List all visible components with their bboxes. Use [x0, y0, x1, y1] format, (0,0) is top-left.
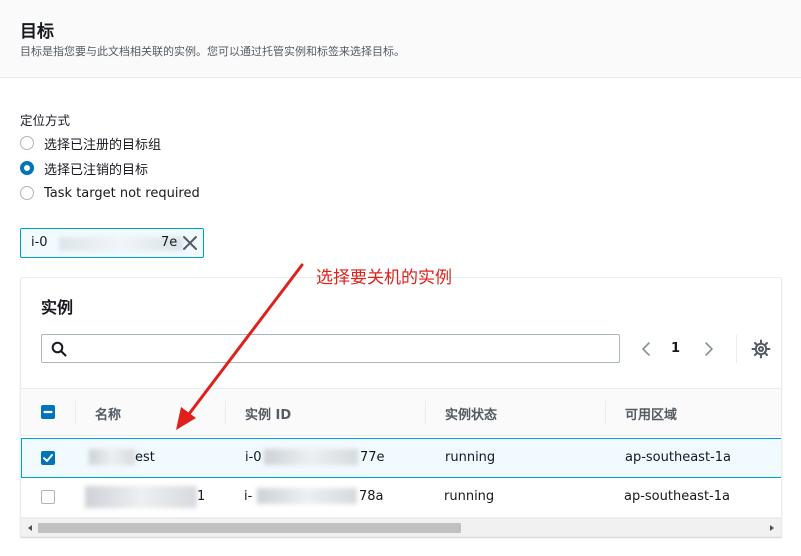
chevron-right-icon [705, 341, 713, 356]
section-description: 目标是指您要与此文档相关联的实例。您可以通过托管实例和标签来选择目标。 [20, 45, 405, 58]
instance-name: est [135, 450, 155, 465]
selected-instance-token: i-0 7e [20, 228, 204, 258]
instance-id-prefix: i- [244, 489, 253, 504]
row-checkbox[interactable] [41, 490, 55, 504]
targets-header: 目标 目标是指您要与此文档相关联的实例。您可以通过托管实例和标签来选择目标。 [0, 0, 801, 78]
radio-label: 选择已注册的目标组 [44, 137, 162, 153]
table-row-selected[interactable]: est i-0 77e running ap-southeast-1a [21, 438, 781, 478]
horizontal-scrollbar[interactable] [21, 518, 781, 536]
chevron-left-icon [642, 341, 650, 356]
radio-deregistered-target[interactable]: 选择已注销的目标 [20, 158, 148, 178]
instance-state: running [444, 489, 495, 504]
radio-button[interactable] [20, 136, 34, 150]
column-divider [75, 401, 76, 425]
scrollbar-thumb[interactable] [38, 523, 461, 533]
availability-zone: ap-southeast-1a [625, 450, 731, 465]
instance-state: running [445, 450, 496, 465]
radio-button-selected[interactable] [20, 161, 34, 175]
previous-page-button[interactable] [635, 338, 657, 360]
section-title: 目标 [20, 22, 54, 42]
search-icon [51, 341, 67, 357]
token-id-suffix: 7e [161, 235, 178, 250]
radio-label: Task target not required [44, 185, 200, 201]
redacted-region [85, 486, 197, 508]
table-row[interactable]: 1 i- 78a running ap-southeast-1a [21, 478, 781, 518]
redacted-region [264, 449, 358, 465]
column-divider [425, 401, 426, 425]
instance-id-prefix: i-0 [245, 450, 262, 465]
select-all-checkbox[interactable] [41, 405, 55, 419]
check-icon [43, 454, 53, 462]
token-id-prefix: i-0 [31, 235, 48, 250]
column-header-instance-state[interactable]: 实例状态 [445, 404, 497, 423]
gear-icon[interactable] [751, 339, 771, 359]
redacted-region [89, 449, 135, 465]
current-page-number[interactable]: 1 [671, 341, 680, 356]
column-header-name[interactable]: 名称 [95, 404, 121, 423]
column-divider [225, 401, 226, 425]
next-page-button[interactable] [698, 338, 720, 360]
scroll-left-arrow-icon[interactable] [25, 523, 35, 533]
row-checkbox-checked[interactable] [41, 451, 55, 465]
radio-button[interactable] [20, 186, 34, 200]
column-header-availability-zone[interactable]: 可用区域 [625, 404, 677, 423]
annotation-text: 选择要关机的实例 [316, 268, 452, 288]
availability-zone: ap-southeast-1a [624, 489, 730, 504]
pagination: 1 [635, 334, 771, 363]
radio-registered-target-group[interactable]: 选择已注册的目标组 [20, 133, 161, 153]
instance-id-suffix: 78a [359, 489, 384, 504]
targets-page: 目标 目标是指您要与此文档相关联的实例。您可以通过托管实例和标签来选择目标。 定… [0, 0, 801, 556]
search-input[interactable] [41, 334, 620, 363]
instances-title: 实例 [41, 298, 74, 317]
radio-label: 选择已注销的目标 [44, 162, 149, 178]
instances-panel: 实例 1 名称 实例 ID 实例状态 可用区域 est i-0 77e runn… [20, 277, 782, 537]
targeting-method-label: 定位方式 [20, 113, 71, 128]
redacted-region [257, 488, 357, 504]
divider [736, 334, 738, 363]
column-header-instance-id[interactable]: 实例 ID [245, 404, 291, 423]
instance-name: 1 [197, 489, 206, 504]
instance-id-suffix: 77e [360, 450, 385, 465]
minus-icon [43, 410, 53, 414]
close-icon[interactable] [181, 233, 199, 253]
radio-task-target-not-required[interactable]: Task target not required [20, 183, 200, 203]
table-header: 名称 实例 ID 实例状态 可用区域 [21, 388, 781, 436]
column-divider [605, 401, 606, 425]
scroll-right-arrow-icon[interactable] [767, 523, 777, 533]
